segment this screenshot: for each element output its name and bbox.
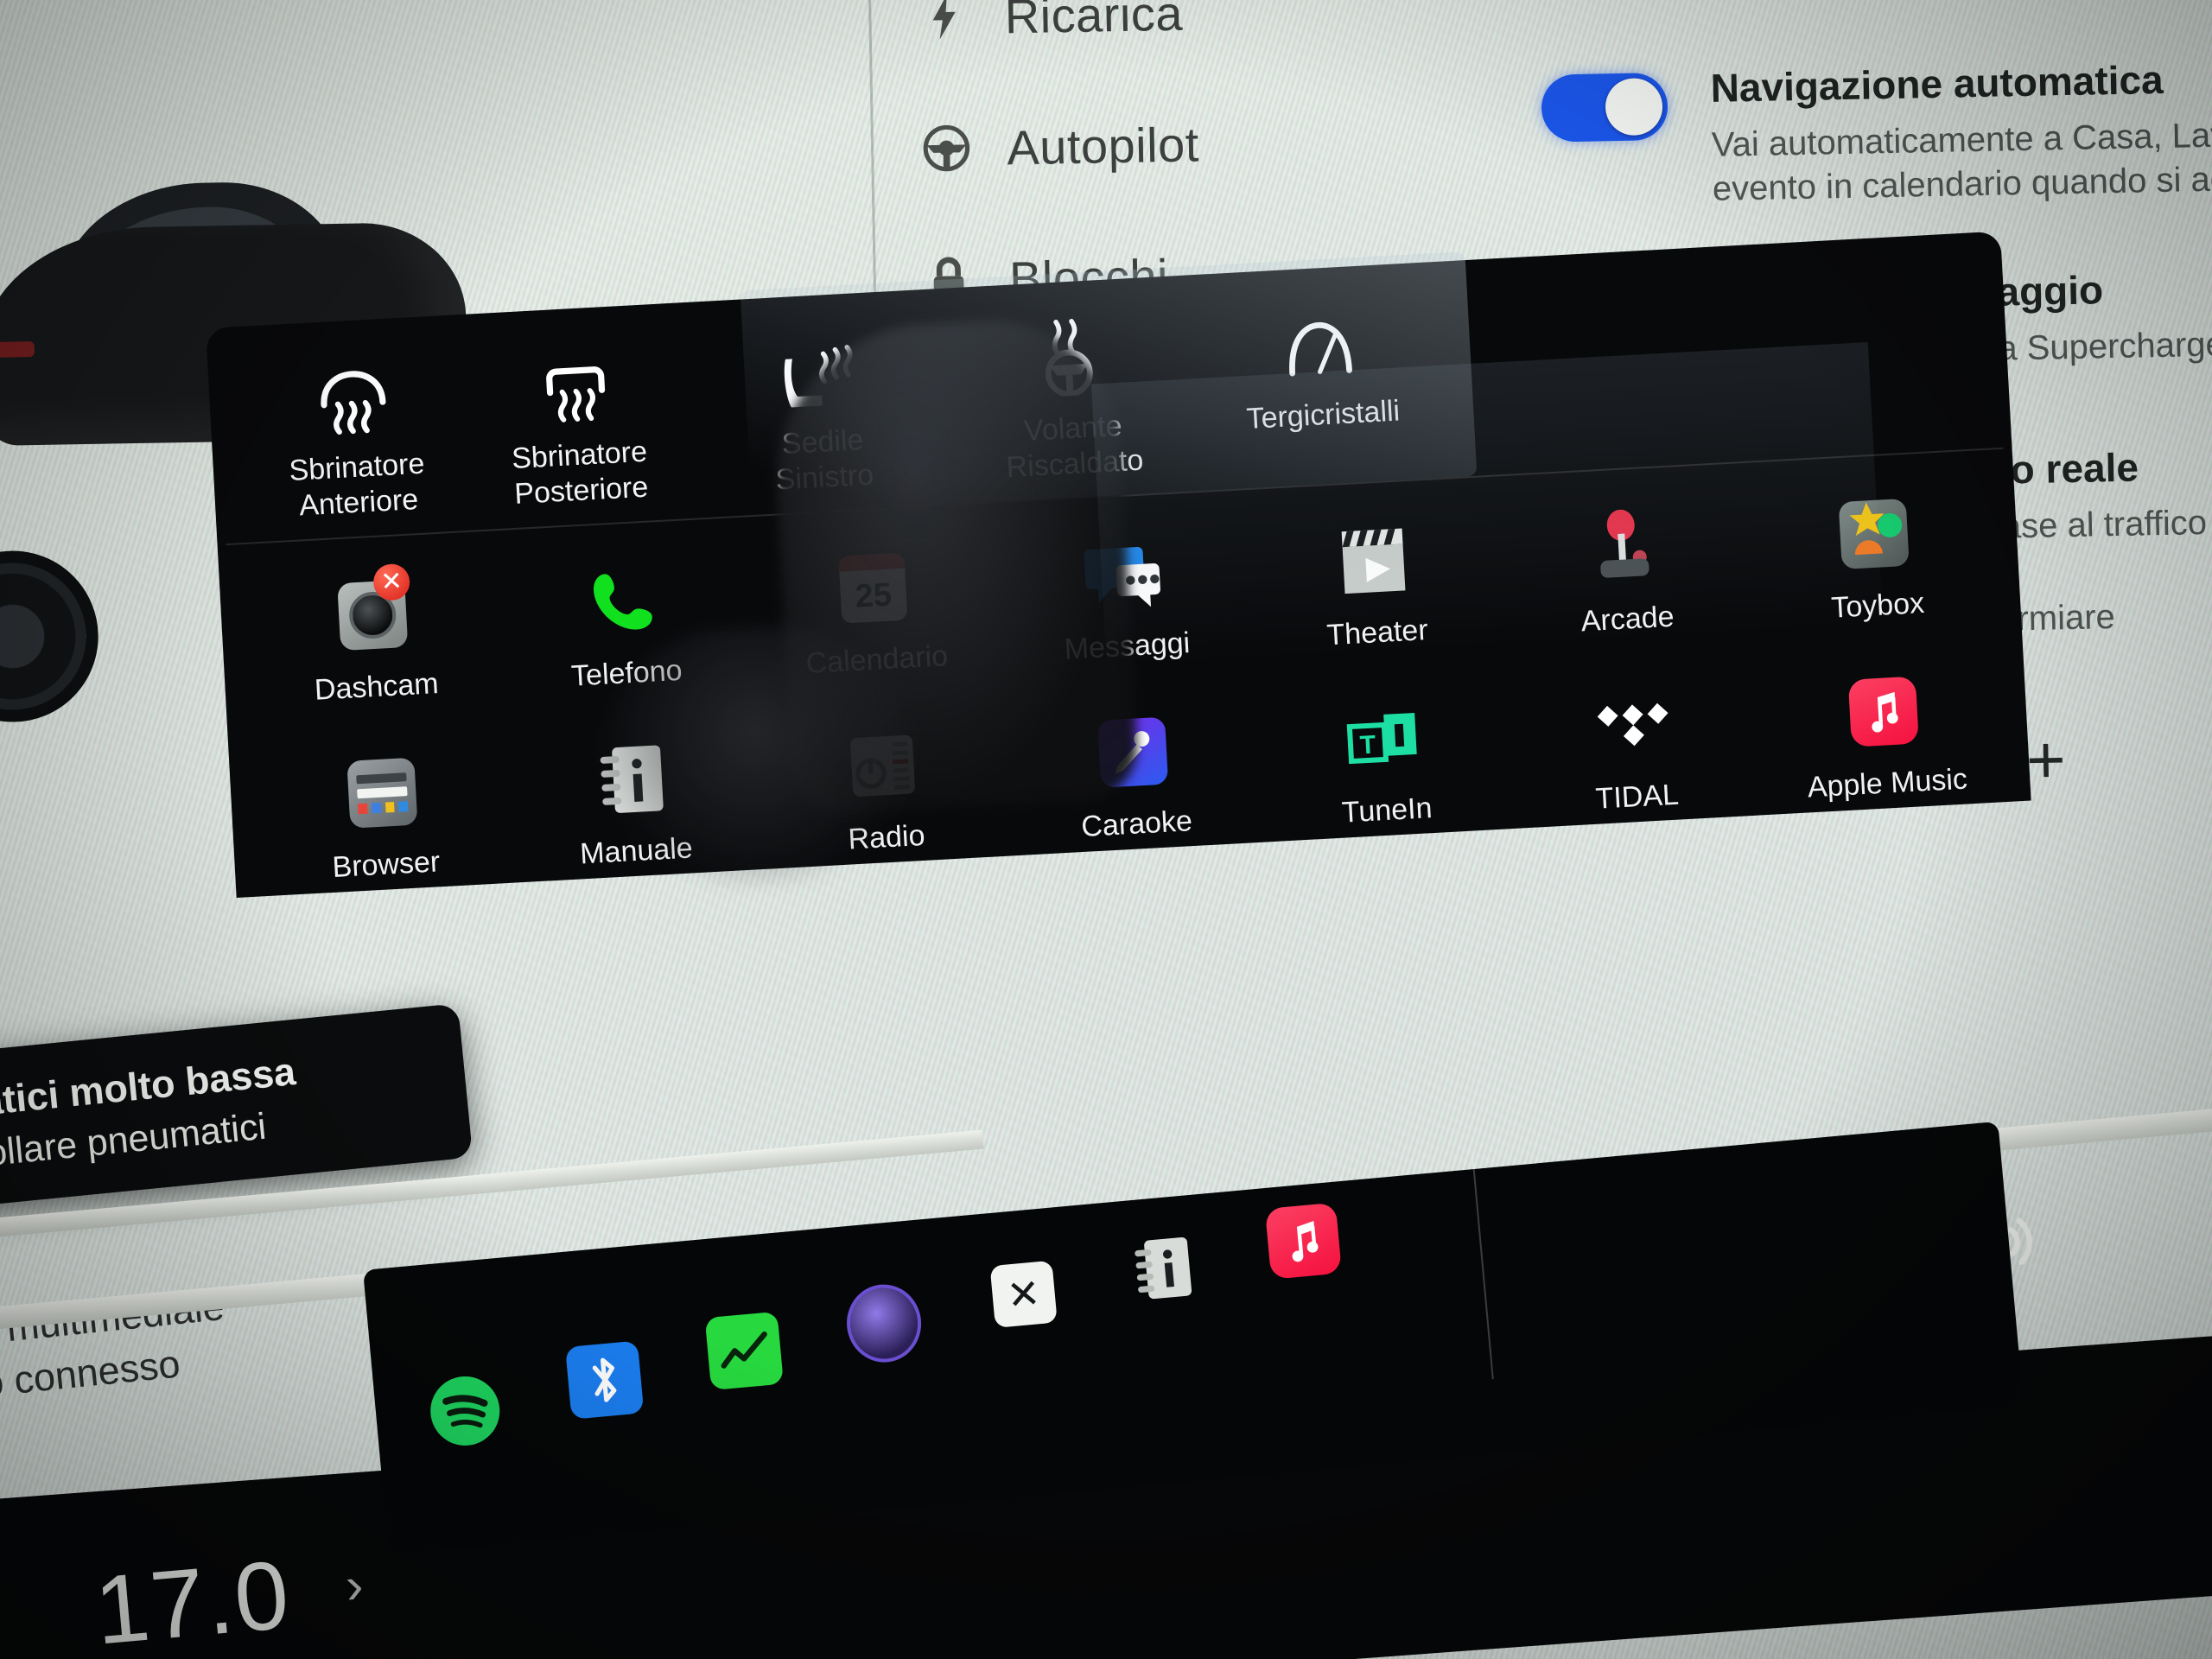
app-telefono[interactable]: Telefono bbox=[495, 550, 754, 728]
theater-icon bbox=[1336, 514, 1412, 607]
sidebar-item-ricarica[interactable]: Ricarica bbox=[918, 0, 1319, 83]
climate-label: Sbrinatore Posteriore bbox=[511, 435, 650, 511]
app-messaggi[interactable]: Messaggi bbox=[995, 523, 1255, 700]
app-label: Messaggi bbox=[1063, 626, 1192, 666]
climate-left-seat[interactable]: Sedile Sinistro bbox=[725, 325, 918, 516]
temperature-value[interactable]: 17.0 bbox=[91, 1538, 295, 1659]
add-button[interactable]: + bbox=[2025, 721, 2066, 798]
app-launcher-panel: Sbrinatore Anteriore Sbrinatore Posterio… bbox=[206, 231, 2032, 918]
climate-rear-defroster[interactable]: Sbrinatore Posteriore bbox=[482, 338, 675, 529]
browser-icon bbox=[346, 747, 419, 840]
app-label: TIDAL bbox=[1594, 778, 1680, 816]
close-x-icon[interactable]: ✕ bbox=[983, 1254, 1064, 1334]
heated-seat-icon bbox=[777, 327, 861, 411]
app-calendario[interactable]: 25 Calendario bbox=[746, 537, 1005, 714]
dashcam-icon: ✕ bbox=[336, 563, 411, 662]
energy-graph-icon[interactable] bbox=[704, 1311, 785, 1391]
climate-label: Tergicristalli bbox=[1245, 394, 1402, 435]
screenshot-root: ⚡ Ricarica Autopilot bbox=[0, 0, 2212, 1659]
app-dashcam[interactable]: ✕ Dashcam bbox=[245, 563, 505, 741]
app-caraoke[interactable]: Caraoke bbox=[1006, 701, 1265, 878]
climate-front-defroster[interactable]: Sbrinatore Anteriore bbox=[259, 350, 452, 541]
rear-defroster-icon bbox=[539, 341, 613, 424]
climate-label: Sedile Sinistro bbox=[774, 423, 874, 497]
app-label: Apple Music bbox=[1806, 762, 1968, 804]
calendar-icon: 25 bbox=[838, 542, 909, 635]
tunein-icon: T bbox=[1344, 692, 1422, 785]
app-label: Calendario bbox=[804, 639, 950, 680]
app-label: Arcade bbox=[1580, 600, 1675, 639]
wiper-icon bbox=[1280, 301, 1358, 385]
charging-bolt-icon bbox=[919, 0, 969, 41]
messages-icon bbox=[1081, 528, 1165, 622]
manual-info-icon[interactable] bbox=[1123, 1228, 1204, 1308]
phone-icon bbox=[583, 555, 662, 648]
setting-navigazione-automatica: Navigazione automatica Vai automaticamen… bbox=[1541, 53, 2212, 215]
app-label: Toybox bbox=[1830, 586, 1925, 625]
steering-wheel-icon bbox=[922, 124, 971, 173]
spotify-icon[interactable] bbox=[425, 1370, 505, 1451]
apple-music-icon bbox=[1847, 665, 1920, 759]
sidebar-item-label: Autopilot bbox=[1006, 116, 1200, 175]
svg-text:T: T bbox=[1359, 730, 1376, 760]
app-arcade[interactable]: Arcade bbox=[1497, 496, 1756, 673]
app-label: Manuale bbox=[579, 831, 694, 871]
tidal-icon bbox=[1592, 678, 1675, 772]
app-label: Dashcam bbox=[313, 667, 440, 707]
karaoke-mic-icon bbox=[1096, 706, 1169, 799]
toggle-navigazione-automatica[interactable] bbox=[1541, 72, 1669, 143]
toybox-icon bbox=[1838, 487, 1910, 581]
climate-label: Sbrinatore Anteriore bbox=[288, 447, 426, 523]
app-manuale[interactable]: Manuale bbox=[505, 728, 764, 905]
climate-wipers[interactable]: Tergicristalli bbox=[1225, 298, 1418, 489]
apple-music-icon[interactable] bbox=[1263, 1200, 1344, 1281]
app-tunein[interactable]: T TuneIn bbox=[1255, 687, 1515, 864]
app-label: Radio bbox=[847, 818, 926, 856]
app-label: TuneIn bbox=[1340, 791, 1433, 830]
bluetooth-icon[interactable] bbox=[564, 1339, 645, 1420]
front-defroster-icon bbox=[313, 353, 393, 437]
app-toybox[interactable]: Toybox bbox=[1746, 482, 2005, 659]
sidebar-item-autopilot[interactable]: Autopilot bbox=[921, 76, 1321, 214]
climate-label: Volante Riscaldato bbox=[1005, 409, 1145, 484]
app-radio[interactable]: Radio bbox=[755, 715, 1014, 892]
sidebar-item-label: Ricarica bbox=[1004, 0, 1184, 43]
heated-steering-wheel-icon bbox=[1030, 315, 1109, 398]
app-apple-music[interactable]: Apple Music bbox=[1756, 660, 2015, 837]
radio-icon bbox=[844, 719, 922, 812]
app-theater[interactable]: Theater bbox=[1246, 510, 1505, 687]
app-tidal[interactable]: TIDAL bbox=[1506, 674, 1765, 851]
app-label: Theater bbox=[1325, 613, 1429, 652]
app-label: Browser bbox=[331, 845, 442, 884]
app-label: Caraoke bbox=[1080, 804, 1193, 844]
camera-lens-icon[interactable] bbox=[843, 1281, 925, 1366]
app-label: Telefono bbox=[570, 653, 683, 693]
arcade-joystick-icon bbox=[1586, 501, 1661, 594]
calendar-day: 25 bbox=[854, 576, 893, 615]
app-browser[interactable]: Browser bbox=[255, 741, 514, 918]
climate-heated-steering-wheel[interactable]: Volante Riscaldato bbox=[976, 311, 1168, 502]
manual-info-icon bbox=[595, 733, 670, 826]
